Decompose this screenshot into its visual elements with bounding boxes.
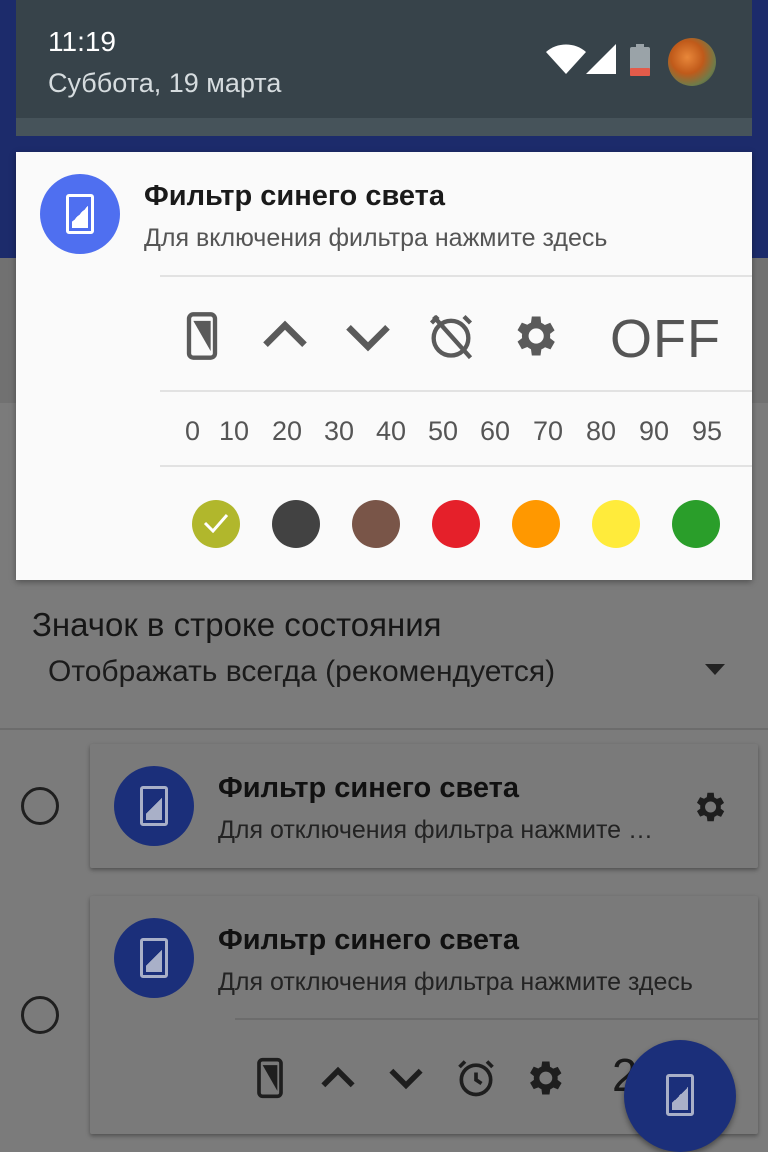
level-40[interactable]: 40 xyxy=(376,416,406,447)
filter-off-button[interactable]: OFF xyxy=(610,308,721,370)
gear-icon xyxy=(696,792,725,822)
toggle-filter-icon[interactable] xyxy=(176,310,228,362)
color-swatch-red[interactable] xyxy=(432,500,480,548)
divider xyxy=(160,465,752,467)
chevron-up-icon xyxy=(316,1056,360,1100)
phone-icon xyxy=(666,1074,694,1116)
chevron-up-icon[interactable] xyxy=(259,310,311,362)
status-icon-setting-title: Значок в строке состояния xyxy=(32,606,442,643)
filter-app-icon xyxy=(40,174,120,254)
blue-light-filter-notification[interactable]: Фильтр синего света Для включения фильтр… xyxy=(16,152,752,580)
phone-icon xyxy=(66,194,94,234)
battery-low-icon xyxy=(630,44,650,76)
filter-app-icon xyxy=(114,766,194,846)
status-icon-dropdown[interactable]: Отображать всегда (рекомендуется) xyxy=(48,655,555,689)
color-swatch-green[interactable] xyxy=(672,500,720,548)
level-10[interactable]: 10 xyxy=(219,416,249,447)
clock: 11:19 xyxy=(48,26,116,57)
color-swatch-dark-gray[interactable] xyxy=(272,500,320,548)
color-swatch-yellow[interactable] xyxy=(592,500,640,548)
filter-app-icon xyxy=(114,918,194,998)
preview-title: Фильтр синего света xyxy=(218,772,519,804)
color-swatch-olive[interactable] xyxy=(192,500,240,548)
check-icon xyxy=(203,514,229,533)
preview-text: Для отключения фильтра нажмите здесь xyxy=(218,968,693,996)
chevron-down-icon[interactable] xyxy=(342,310,394,362)
level-90[interactable]: 90 xyxy=(639,416,669,447)
option-1-radio[interactable] xyxy=(21,787,59,825)
chevron-down-icon xyxy=(384,1056,428,1100)
divider xyxy=(160,390,752,392)
level-60[interactable]: 60 xyxy=(480,416,510,447)
phone-icon xyxy=(140,938,168,978)
level-0[interactable]: 0 xyxy=(185,416,200,447)
phone-toggle-icon xyxy=(248,1056,292,1100)
level-70[interactable]: 70 xyxy=(533,416,563,447)
signal-icon xyxy=(586,44,616,74)
avatar[interactable] xyxy=(668,38,716,86)
phone-icon xyxy=(140,786,168,826)
filter-fab-button[interactable] xyxy=(624,1040,736,1152)
option-2-radio[interactable] xyxy=(21,996,59,1034)
color-swatch-orange[interactable] xyxy=(512,500,560,548)
level-95[interactable]: 95 xyxy=(692,416,722,447)
level-50[interactable]: 50 xyxy=(428,416,458,447)
gear-icon[interactable] xyxy=(508,310,560,362)
level-20[interactable]: 20 xyxy=(272,416,302,447)
divider xyxy=(0,728,768,730)
wifi-icon xyxy=(546,44,586,74)
level-30[interactable]: 30 xyxy=(324,416,354,447)
color-swatch-brown[interactable] xyxy=(352,500,400,548)
dropdown-arrow-icon[interactable] xyxy=(705,664,725,675)
shade-edge xyxy=(16,118,752,136)
alarm-off-icon[interactable] xyxy=(425,310,477,362)
level-80[interactable]: 80 xyxy=(586,416,616,447)
notification-title: Фильтр синего света xyxy=(144,180,445,212)
preview-title: Фильтр синего света xyxy=(218,924,519,956)
option-1-notification-preview[interactable]: Фильтр синего света Для отключения фильт… xyxy=(90,744,758,868)
divider xyxy=(160,275,752,277)
preview-text: Для отключения фильтра нажмите здесь xyxy=(218,816,658,844)
alarm-icon xyxy=(454,1056,498,1100)
date[interactable]: Суббота, 19 марта xyxy=(48,68,281,99)
notification-text: Для включения фильтра нажмите здесь xyxy=(144,224,608,252)
divider xyxy=(235,1018,758,1020)
gear-icon xyxy=(522,1056,566,1100)
